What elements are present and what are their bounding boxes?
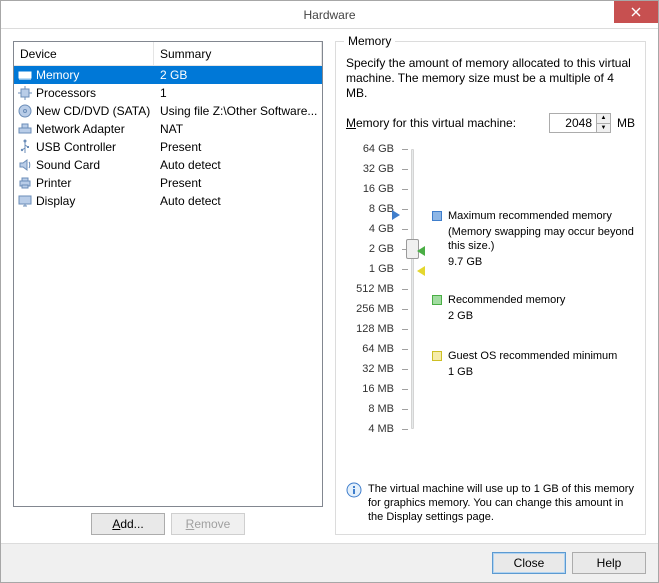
device-row-printer[interactable]: Printer Present [14, 174, 322, 192]
device-summary: Auto detect [154, 158, 322, 172]
device-row-display[interactable]: Display Auto detect [14, 192, 322, 210]
device-panel: Device Summary Memory 2 GB Processors 1 … [13, 41, 323, 535]
marker-guest [417, 266, 425, 276]
device-name: Processors [36, 86, 96, 100]
device-row-cpu[interactable]: Processors 1 [14, 84, 322, 102]
legend-value: 9.7 GB [448, 255, 635, 269]
net-icon [17, 121, 33, 137]
cpu-icon [17, 85, 33, 101]
device-summary: Present [154, 140, 322, 154]
tick-label: 64 MB [362, 343, 394, 355]
marker-max [392, 210, 400, 220]
printer-icon [17, 175, 33, 191]
cd-icon [17, 103, 33, 119]
tick-label: 32 GB [363, 163, 394, 175]
swatch-green-icon [432, 295, 442, 305]
usb-icon [17, 139, 33, 155]
tick-label: 1 GB [369, 263, 394, 275]
dialog-button-bar: Close Help [1, 543, 658, 582]
close-button[interactable]: Close [492, 552, 566, 574]
tick-label: 4 GB [369, 223, 394, 235]
content-area: Device Summary Memory 2 GB Processors 1 … [1, 29, 658, 543]
device-name: New CD/DVD (SATA) [36, 104, 150, 118]
legend-subtitle: (Memory swapping may occur beyond this s… [448, 225, 635, 253]
slider-tick-labels: 64 GB32 GB16 GB8 GB4 GB2 GB1 GB512 MB256… [346, 149, 394, 429]
close-icon[interactable] [614, 1, 658, 23]
tick-label: 2 GB [369, 243, 394, 255]
device-name: Display [36, 194, 75, 208]
memory-icon [17, 67, 33, 83]
device-list: Memory 2 GB Processors 1 New CD/DVD (SAT… [14, 66, 322, 506]
device-list-header: Device Summary [14, 42, 322, 66]
tick-label: 32 MB [362, 363, 394, 375]
tick-label: 8 GB [369, 203, 394, 215]
device-row-usb[interactable]: USB Controller Present [14, 138, 322, 156]
device-name: Sound Card [36, 158, 100, 172]
memory-spinner[interactable]: ▲ ▼ [549, 113, 611, 133]
device-name: Memory [36, 68, 79, 82]
device-summary: Using file Z:\Other Software... [154, 104, 322, 118]
settings-panel: Memory Specify the amount of memory allo… [335, 41, 646, 535]
device-summary: 2 GB [154, 68, 322, 82]
remove-button: Remove [171, 513, 245, 535]
device-row-net[interactable]: Network Adapter NAT [14, 120, 322, 138]
device-summary: Auto detect [154, 194, 322, 208]
device-summary: NAT [154, 122, 322, 136]
tick-label: 512 MB [356, 283, 394, 295]
help-button[interactable]: Help [572, 552, 646, 574]
hardware-dialog: Hardware Device Summary Memory 2 GB Proc… [0, 0, 659, 583]
device-name: Printer [36, 176, 71, 190]
display-icon [17, 193, 33, 209]
info-icon [346, 482, 362, 498]
header-device[interactable]: Device [14, 42, 154, 65]
spin-down-icon[interactable]: ▼ [597, 124, 610, 133]
tick-label: 64 GB [363, 143, 394, 155]
device-summary: 1 [154, 86, 322, 100]
device-row-memory[interactable]: Memory 2 GB [14, 66, 322, 84]
spin-up-icon[interactable]: ▲ [597, 114, 610, 124]
memory-unit: MB [617, 116, 635, 130]
tick-label: 4 MB [368, 423, 394, 435]
legend-value: 1 GB [448, 365, 617, 379]
sound-icon [17, 157, 33, 173]
memory-description: Specify the amount of memory allocated t… [346, 56, 635, 101]
memory-slider[interactable] [402, 149, 424, 429]
device-row-sound[interactable]: Sound Card Auto detect [14, 156, 322, 174]
swatch-blue-icon [432, 211, 442, 221]
legend-title: Maximum recommended memory [448, 209, 635, 223]
marker-rec [417, 246, 425, 256]
tick-label: 256 MB [356, 303, 394, 315]
legend-title: Guest OS recommended minimum [448, 349, 617, 363]
groupbox-title: Memory [344, 34, 395, 48]
tick-label: 16 GB [363, 183, 394, 195]
tick-label: 16 MB [362, 383, 394, 395]
info-text: The virtual machine will use up to 1 GB … [368, 482, 635, 524]
legend-value: 2 GB [448, 309, 565, 323]
tick-label: 8 MB [368, 403, 394, 415]
device-summary: Present [154, 176, 322, 190]
device-row-cd[interactable]: New CD/DVD (SATA) Using file Z:\Other So… [14, 102, 322, 120]
swatch-yellow-icon [432, 351, 442, 361]
legend-guest: Guest OS recommended minimum 1 GB [432, 349, 617, 379]
legend-rec: Recommended memory 2 GB [432, 293, 565, 323]
device-name: Network Adapter [36, 122, 125, 136]
tick-label: 128 MB [356, 323, 394, 335]
add-button[interactable]: Add... [91, 513, 165, 535]
legend-title: Recommended memory [448, 293, 565, 307]
legend-max: Maximum recommended memory (Memory swapp… [432, 209, 635, 269]
header-summary[interactable]: Summary [154, 42, 322, 65]
memory-input[interactable] [550, 114, 596, 132]
memory-groupbox: Memory Specify the amount of memory allo… [335, 41, 646, 535]
memory-legend: Maximum recommended memory (Memory swapp… [432, 149, 635, 429]
window-title: Hardware [303, 8, 355, 22]
device-list-box: Device Summary Memory 2 GB Processors 1 … [13, 41, 323, 507]
device-name: USB Controller [36, 140, 116, 154]
titlebar: Hardware [1, 1, 658, 29]
memory-input-label: Memory for this virtual machine: [346, 116, 543, 130]
